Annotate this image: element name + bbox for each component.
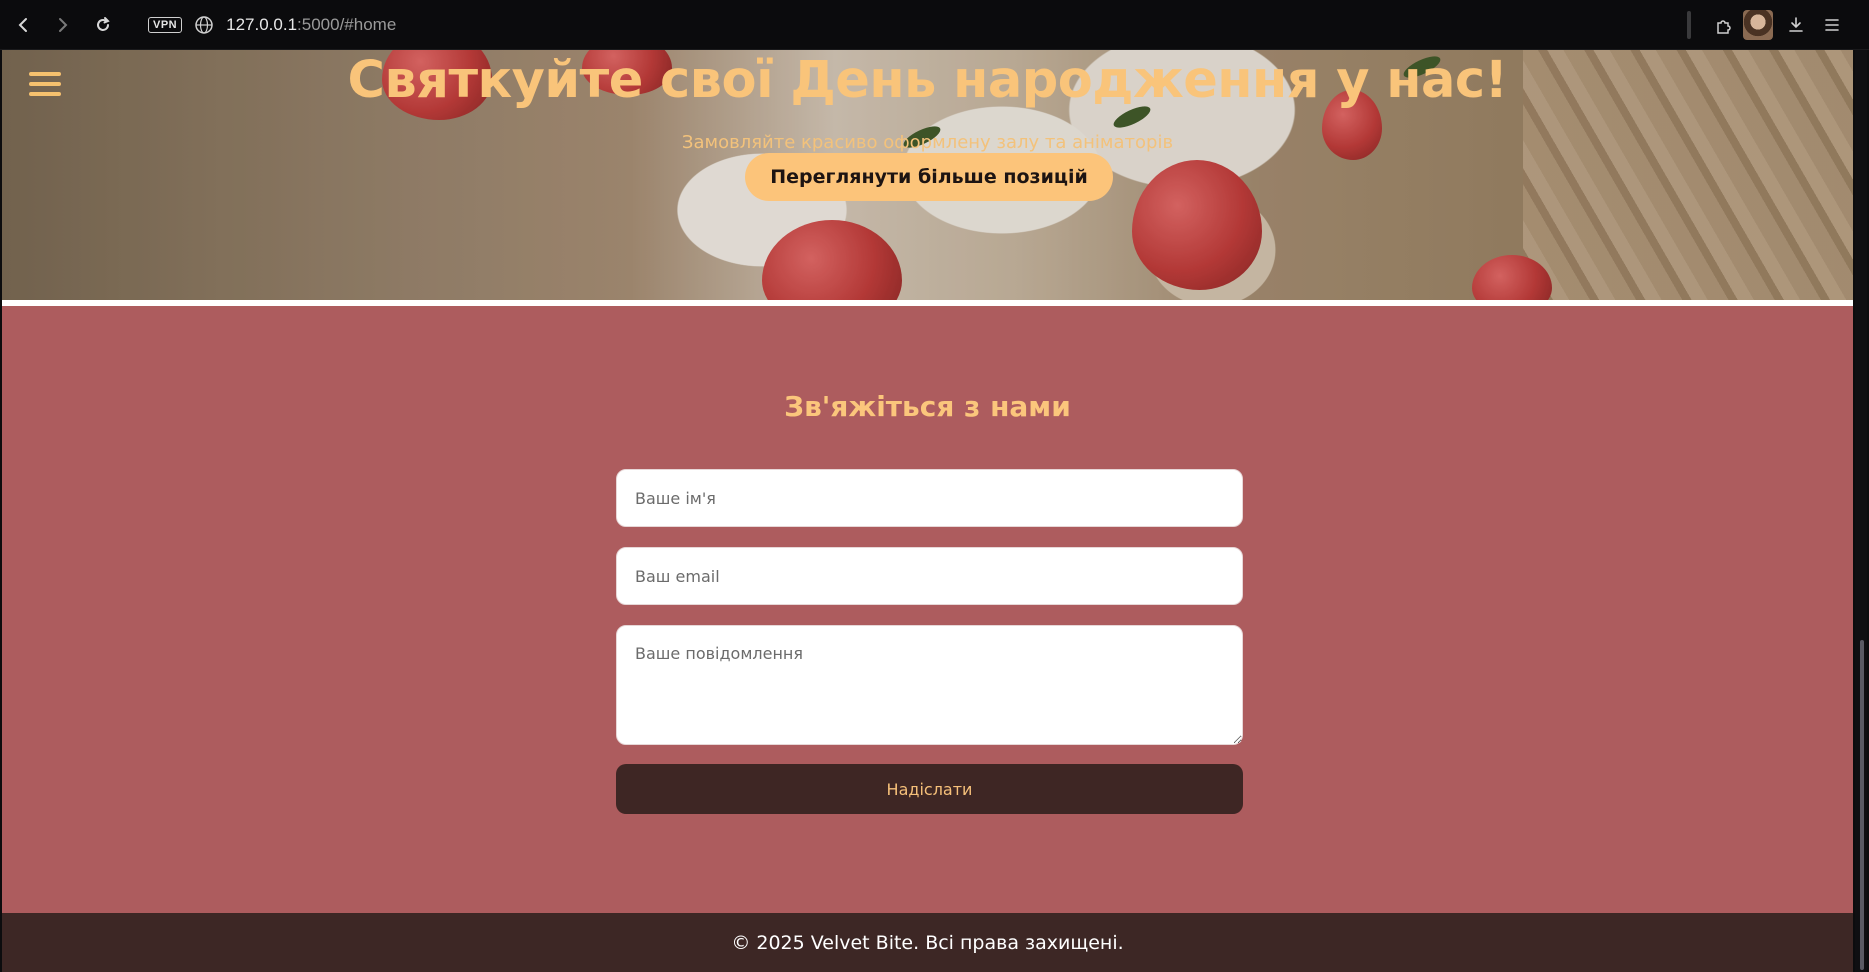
url-host: 127.0.0.1: [226, 14, 298, 34]
menu-icon[interactable]: [1815, 8, 1849, 42]
scrollbar-thumb[interactable]: [1860, 640, 1864, 970]
download-icon[interactable]: [1779, 8, 1813, 42]
footer-copyright: © 2025 Velvet Bite. Всі права захищені.: [731, 931, 1124, 954]
globe-icon: [195, 15, 213, 34]
email-field[interactable]: [616, 547, 1243, 605]
toolbar-right: [1687, 0, 1869, 50]
view-more-button[interactable]: Переглянути більше позицій: [745, 153, 1113, 201]
message-field[interactable]: [616, 625, 1243, 745]
hero-divider: [2, 300, 1853, 306]
hero-title: Святкуйте свої День народження у нас!: [347, 51, 1508, 110]
page-viewport: Святкуйте свої День народження у нас! За…: [2, 50, 1853, 972]
hero-subtitle: Замовляйте красиво оформлену залу та ані…: [681, 132, 1174, 153]
extensions-icon[interactable]: [1707, 8, 1741, 42]
vpn-badge[interactable]: VPN: [148, 16, 183, 33]
footer: © 2025 Velvet Bite. Всі права захищені.: [2, 913, 1853, 972]
url-path: :5000/#home: [297, 14, 397, 34]
toolbar-separator: [1687, 11, 1691, 39]
address-bar[interactable]: 127.0.0.1:5000/#home: [226, 15, 396, 35]
browser-toolbar: VPN 127.0.0.1:5000/#home: [0, 0, 1869, 50]
submit-button[interactable]: Надіслати: [616, 764, 1243, 814]
forward-icon[interactable]: [46, 8, 80, 42]
name-field[interactable]: [616, 469, 1243, 527]
contact-title: Зв'яжіться з нами: [784, 390, 1071, 423]
reload-icon[interactable]: [86, 8, 120, 42]
hero-banner: Святкуйте свої День народження у нас! За…: [2, 50, 1853, 300]
profile-avatar[interactable]: [1743, 10, 1773, 40]
back-icon[interactable]: [6, 8, 40, 42]
